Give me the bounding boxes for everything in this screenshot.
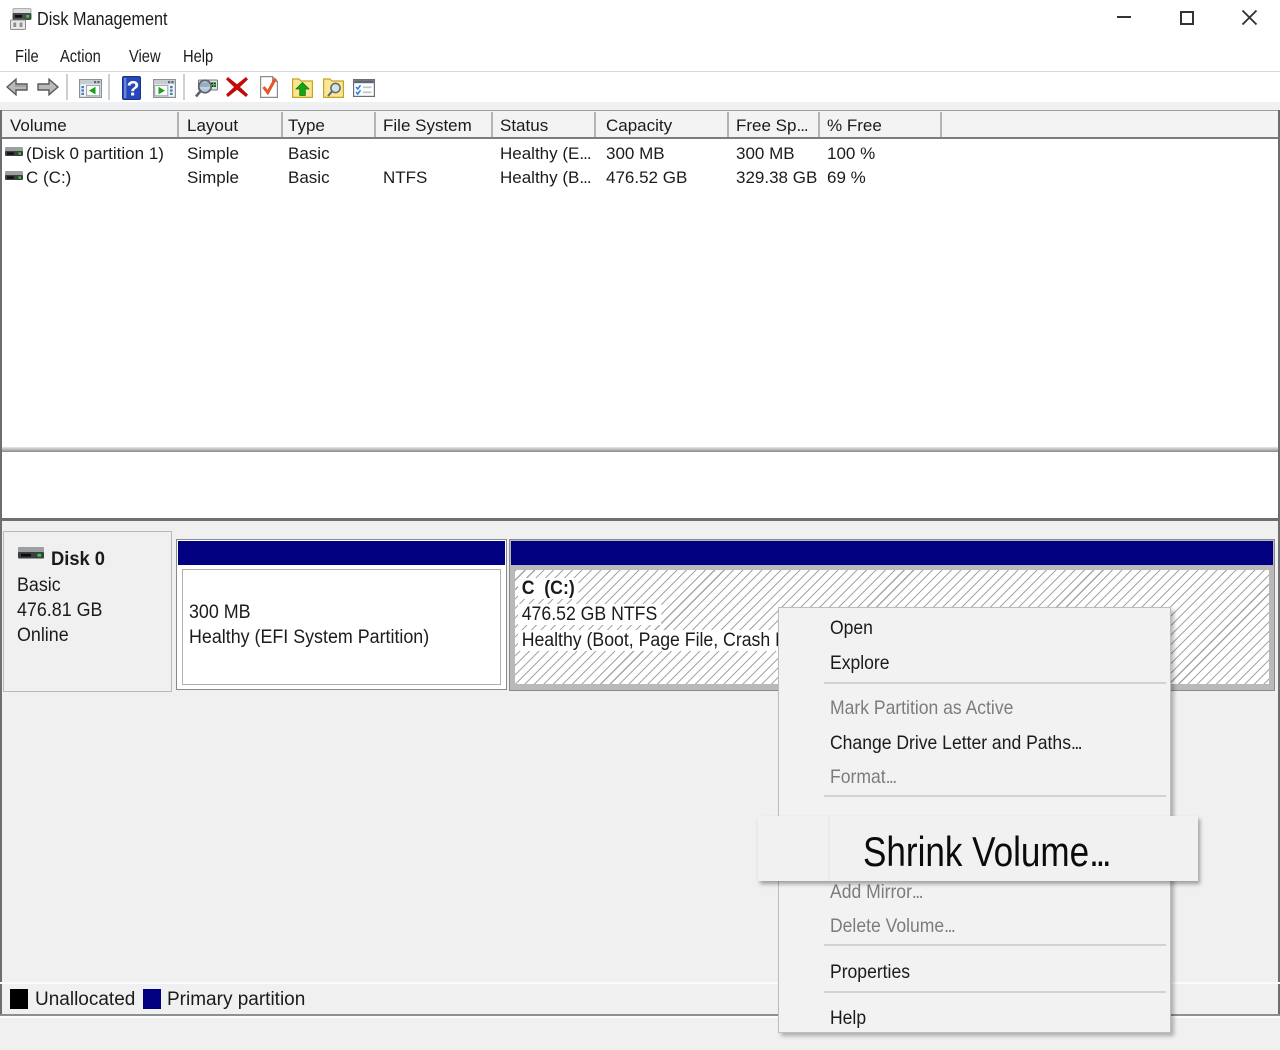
- svg-text:?: ?: [127, 78, 140, 101]
